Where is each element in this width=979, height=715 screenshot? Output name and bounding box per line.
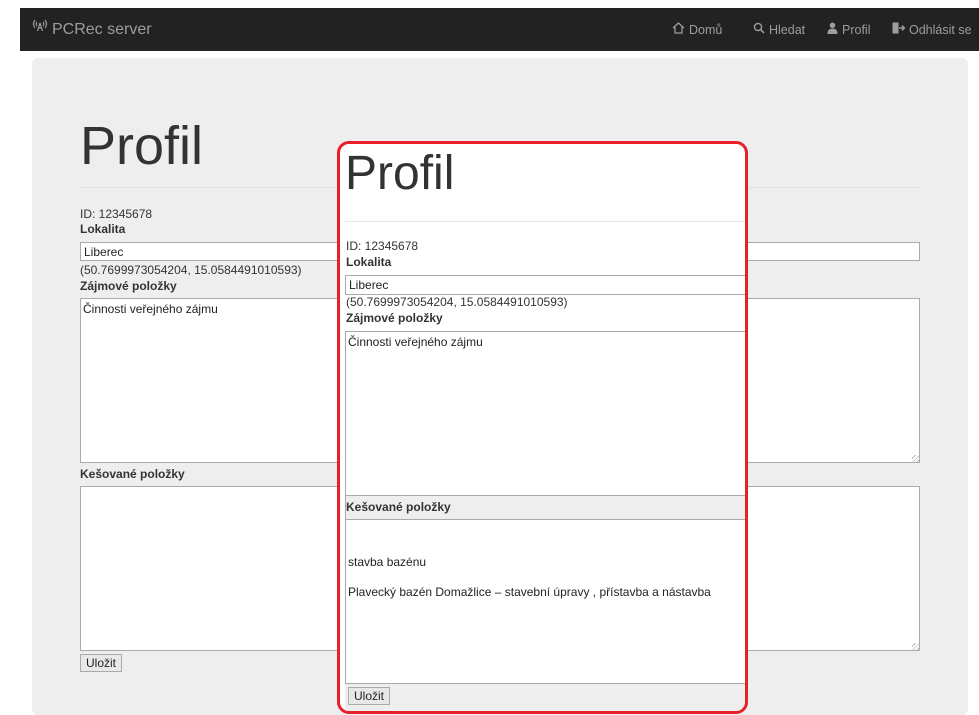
page-title: Profil (80, 116, 204, 176)
broadcast-icon (32, 8, 48, 51)
nav-logout[interactable]: Odhlásit se (892, 8, 972, 51)
logout-icon (892, 22, 906, 37)
cached-item: stavba bazénu (348, 555, 427, 569)
nav-search-label: Hledat (769, 22, 806, 37)
callout-location-label: Lokalita (346, 255, 392, 269)
callout-title-divider (345, 221, 745, 222)
nav-home-label: Domů (689, 22, 723, 37)
callout-location-coordinates: (50.7699973054204, 15.0584491010593) (346, 295, 568, 309)
cached-resize-grip[interactable] (912, 643, 919, 650)
cached-label: Kešované položky (80, 467, 185, 481)
top-navbar: PCRec server Domů Hledat Profil Odhlásit… (20, 8, 979, 51)
location-coordinates: (50.7699973054204, 15.0584491010593) (80, 263, 302, 277)
callout-page-title: Profil (345, 147, 455, 200)
callout-location-input[interactable] (345, 275, 745, 295)
callout-profile-id: ID: 12345678 (346, 239, 419, 253)
callout-cached-label: Kešované položky (346, 500, 451, 514)
cached-item: Plavecký bazén Domažlice – stavební úpra… (348, 585, 711, 599)
nav-profile[interactable]: Profil (827, 8, 870, 51)
nav-profile-label: Profil (842, 22, 871, 37)
user-icon (827, 22, 838, 37)
zoom-callout: Profil ID: 12345678 Lokalita (50.7699973… (337, 141, 748, 714)
callout-save-button[interactable]: Uložit (348, 687, 391, 705)
callout-interests-label: Zájmové položky (346, 311, 443, 325)
nav-logout-label: Odhlásit se (909, 22, 972, 37)
home-icon (672, 22, 685, 37)
save-button[interactable]: Uložit (80, 654, 123, 672)
profile-id: ID: 12345678 (80, 207, 153, 221)
callout-footer-strip (345, 684, 745, 711)
callout-interests-textarea[interactable]: Činnosti veřejného zájmu (345, 331, 745, 496)
brand[interactable]: PCRec server (32, 8, 152, 51)
interests-label: Zájmové položky (80, 279, 177, 293)
nav-search[interactable]: Hledat (753, 8, 805, 51)
callout-cached-textarea[interactable]: stavba bazénu Plavecký bazén Domažlice –… (345, 519, 745, 684)
nav-home[interactable]: Domů (672, 8, 722, 51)
location-label: Lokalita (80, 222, 126, 236)
brand-label: PCRec server (52, 21, 152, 38)
interests-resize-grip[interactable] (912, 455, 919, 462)
search-icon (753, 22, 765, 37)
